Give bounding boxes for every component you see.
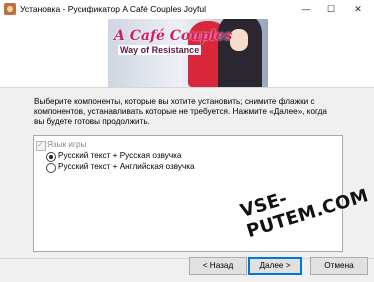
component-option-label: Русский текст + Английская озвучка xyxy=(58,162,195,171)
title-bar: Установка - Русификатор A Café Couples J… xyxy=(0,0,374,20)
divider xyxy=(0,87,374,88)
window-title: Установка - Русификатор A Café Couples J… xyxy=(20,4,206,14)
app-icon xyxy=(4,3,16,15)
instructions-text: Выберите компоненты, которые вы хотите у… xyxy=(34,97,327,126)
game-logo-subtitle: Way of Resistance xyxy=(118,45,202,55)
maximize-button[interactable]: ☐ xyxy=(319,1,343,17)
component-group-label: Язык игры xyxy=(47,140,87,149)
radio-icon[interactable] xyxy=(46,163,56,173)
banner-image: A Café Couples Way of Resistance xyxy=(108,19,268,87)
back-button[interactable]: < Назад xyxy=(189,257,247,275)
header-banner: A Café Couples Way of Resistance xyxy=(0,19,374,87)
close-button[interactable]: ✕ xyxy=(346,1,370,17)
radio-selected-icon[interactable] xyxy=(46,152,56,162)
game-logo: A Café Couples xyxy=(114,28,233,44)
component-option-2[interactable]: Русский текст + Английская озвучка xyxy=(46,162,195,173)
minimize-button[interactable]: — xyxy=(294,1,318,17)
cancel-button[interactable]: Отмена xyxy=(310,257,368,275)
character-face xyxy=(230,29,248,51)
component-option-1[interactable]: Русский текст + Русская озвучка xyxy=(46,151,182,162)
next-button[interactable]: Далее > xyxy=(248,257,302,275)
component-group[interactable]: Язык игры xyxy=(34,140,87,151)
checkbox-icon[interactable] xyxy=(36,140,46,151)
component-option-label: Русский текст + Русская озвучка xyxy=(58,151,182,160)
